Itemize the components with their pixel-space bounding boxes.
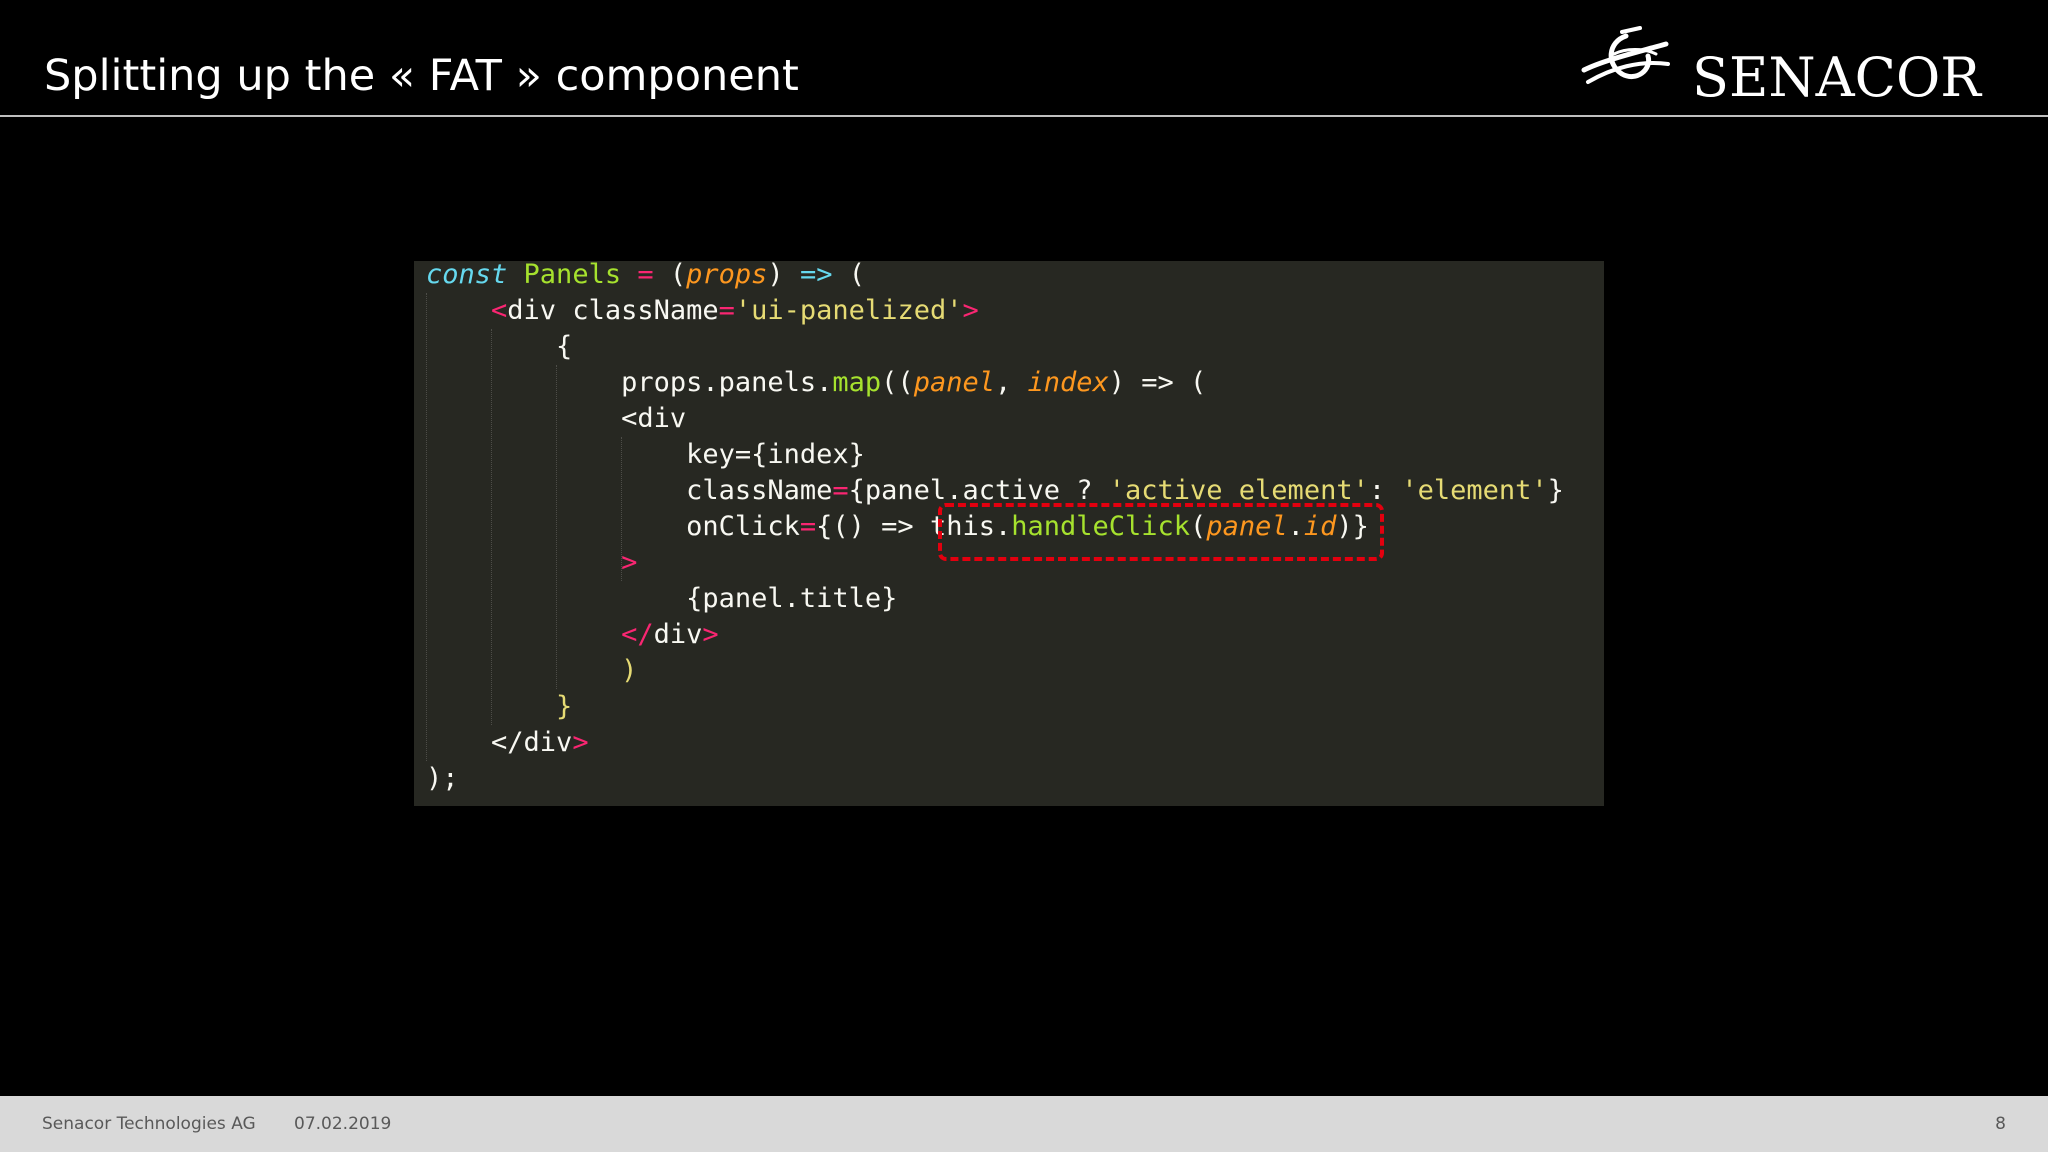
page-number: 8 [1995, 1114, 2006, 1134]
logo-wordmark: SENACOR [1692, 46, 1981, 109]
slide-title: Splitting up the « FAT » component [44, 51, 799, 101]
code-token: {panel.title} [426, 583, 898, 614]
header-divider [0, 115, 2048, 117]
code-line: const Panels = (props) => ( [426, 261, 865, 293]
code-token: : [1368, 475, 1402, 506]
code-token: ( [653, 261, 687, 290]
code-token: key={index} [426, 439, 865, 470]
code-line: <div className='ui-panelized'> [426, 293, 979, 329]
code-token: const [426, 261, 508, 290]
code-token: onClick [426, 511, 800, 542]
code-token: = [637, 261, 654, 290]
code-token: = [832, 475, 849, 506]
code-token: , [994, 367, 1028, 398]
code-line: { [426, 329, 572, 365]
senacor-logo: SENACOR [1578, 24, 2008, 110]
code-token: {() => [816, 511, 930, 542]
code-token: props [686, 261, 768, 290]
code-token: {panel.active ? [848, 475, 1109, 506]
code-token: <div [426, 403, 687, 434]
code-token: > [962, 295, 979, 326]
code-token: = [718, 295, 735, 326]
code-token: ) => ( [1108, 367, 1207, 398]
code-line: ) [426, 653, 637, 689]
code-token: 'element' [1401, 475, 1548, 506]
code-line: <div [426, 401, 686, 437]
code-token: > [621, 547, 638, 578]
code-token: < [491, 295, 508, 326]
code-token: props.panels. [426, 367, 833, 398]
code-token: 'ui-panelized' [734, 295, 963, 326]
footer-bar: Senacor Technologies AG 07.02.2019 8 [0, 1096, 2048, 1152]
code-line: } [426, 689, 572, 725]
code-token: div [653, 619, 703, 650]
code-token: Panels [523, 261, 622, 290]
code-token: => [799, 261, 833, 290]
code-token: > [702, 619, 719, 650]
code-token: ( [832, 261, 865, 290]
code-token: = [799, 511, 817, 542]
code-token: ) [621, 655, 638, 686]
code-line: </div> [426, 617, 719, 653]
code-token: panel [913, 367, 995, 398]
code-token: className [426, 475, 833, 506]
code-line: {panel.title} [426, 581, 897, 617]
code-token: } [556, 691, 573, 722]
highlight-callout [938, 503, 1384, 561]
code-token: 'active element' [1108, 475, 1369, 506]
code-token: </ [621, 619, 654, 650]
code-line: props.panels.map((panel, index) => ( [426, 365, 1206, 401]
code-token: map [832, 367, 882, 398]
code-token: (( [881, 367, 914, 398]
code-token: ); [426, 763, 459, 794]
footer-company: Senacor Technologies AG [42, 1114, 256, 1134]
code-token: </div [426, 727, 573, 758]
code-token: } [1547, 475, 1564, 506]
code-token: { [426, 331, 573, 362]
code-line: > [426, 545, 637, 581]
code-token: div className [507, 295, 719, 326]
code-line: key={index} [426, 437, 865, 473]
code-token: ) [767, 261, 800, 290]
code-token: index [1027, 367, 1109, 398]
code-line: ); [426, 761, 459, 797]
senacor-swirl-icon [1581, 26, 1670, 84]
code-token: > [572, 727, 589, 758]
footer-date: 07.02.2019 [294, 1114, 392, 1134]
code-line: </div> [426, 725, 589, 761]
